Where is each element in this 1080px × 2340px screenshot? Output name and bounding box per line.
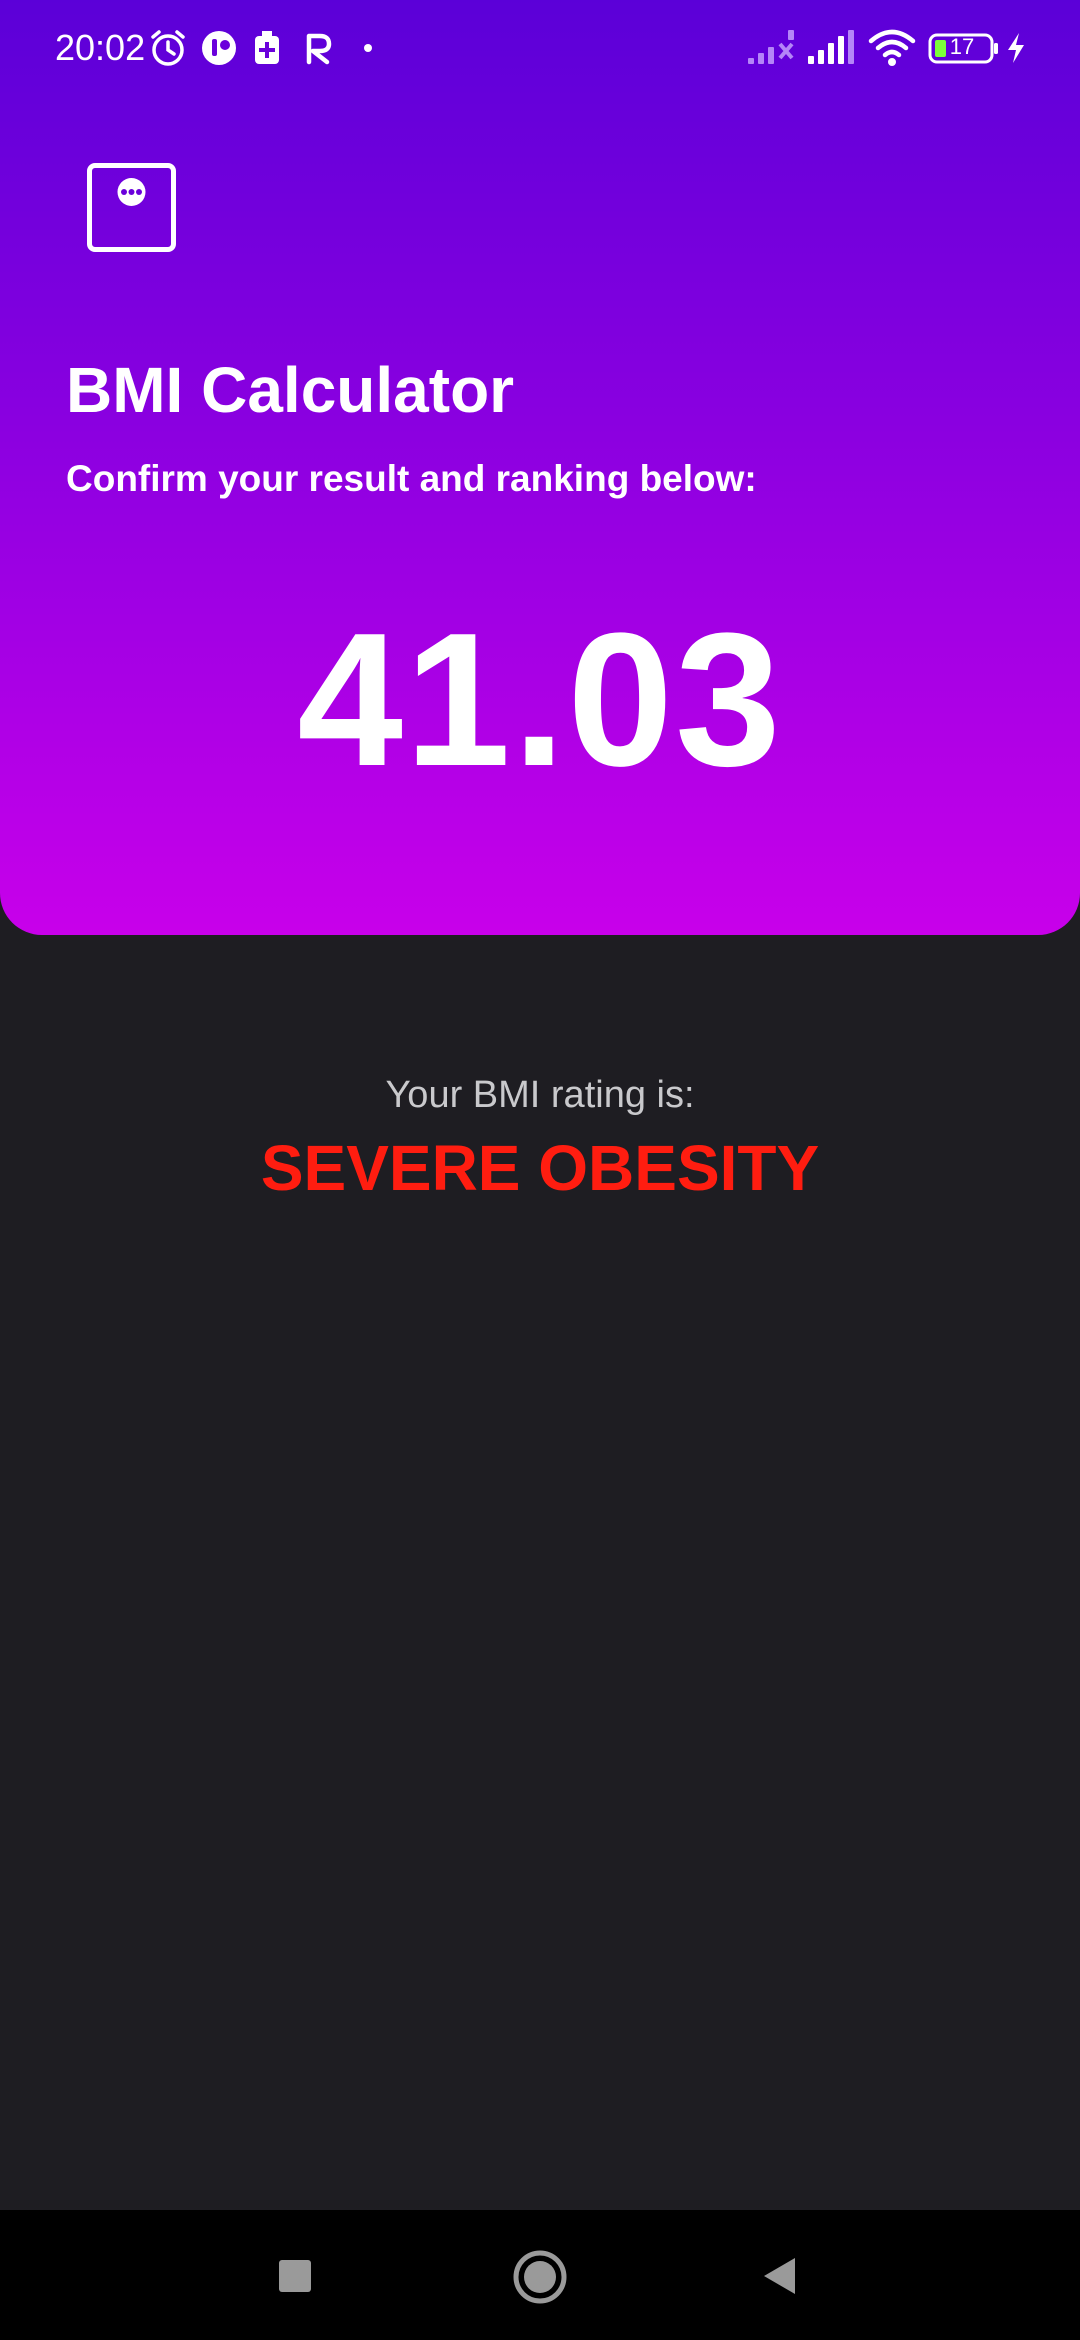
battery-saver-icon (255, 31, 279, 64)
navigation-bar (0, 2210, 1080, 2340)
home-button[interactable] (512, 2249, 568, 2305)
signal-icon (808, 30, 854, 64)
alarm-icon (151, 30, 185, 66)
back-button[interactable] (760, 2255, 800, 2297)
rating-value: SEVERE OBESITY (260, 1132, 820, 1204)
page-title: BMI Calculator (66, 354, 515, 426)
status-time: 20:02 (55, 27, 146, 68)
page-subtitle: Confirm your result and ranking below: (66, 458, 757, 499)
dot-icon (364, 44, 372, 52)
wifi-icon (868, 29, 916, 66)
menu-button[interactable] (87, 163, 176, 252)
screen: 20:02 17 BMI Calculator Confirm your res… (0, 0, 1080, 2340)
recents-button[interactable] (276, 2257, 314, 2295)
result-header: 20:02 17 BMI Calculator Confirm your res… (0, 0, 1080, 935)
status-bar: 20:02 17 (0, 0, 1080, 96)
chat-bubble-icon (117, 178, 146, 206)
bmi-value: 41.03 (297, 594, 783, 806)
r-app-icon (306, 33, 332, 65)
signal-no-service-icon (748, 30, 794, 64)
rating-label: Your BMI rating is: (385, 1074, 695, 1116)
charging-icon (1008, 33, 1024, 63)
app-notification-icon (202, 31, 236, 65)
battery-level: 17 (949, 34, 975, 59)
